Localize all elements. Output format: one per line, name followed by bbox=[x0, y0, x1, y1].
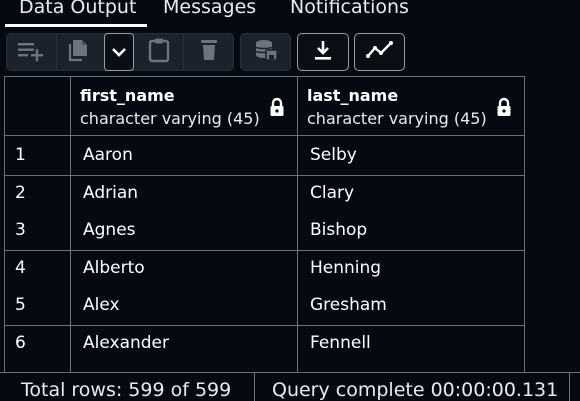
data-grid: first_name character varying (45) last_n… bbox=[4, 76, 525, 372]
paste-icon bbox=[147, 37, 171, 67]
table-row[interactable]: 4 Alberto Henning bbox=[4, 250, 525, 287]
cell-last-name[interactable]: Henning bbox=[310, 258, 381, 278]
cell-last-name[interactable]: Fennell bbox=[310, 333, 371, 353]
cell-first-name[interactable]: Alberto bbox=[83, 258, 145, 278]
copy-options-dropdown[interactable] bbox=[104, 33, 134, 71]
download-icon bbox=[312, 39, 334, 65]
table-row[interactable]: 2 Adrian Clary bbox=[4, 175, 525, 212]
result-tabs: Data Output Messages Notifications bbox=[0, 0, 580, 27]
tab-data-output[interactable]: Data Output bbox=[19, 0, 136, 24]
graph-visualiser-icon bbox=[365, 40, 394, 64]
row-number: 1 bbox=[15, 145, 26, 165]
status-bar: Total rows: 599 of 599 Query complete 00… bbox=[0, 372, 580, 401]
column-name: last_name bbox=[307, 86, 399, 105]
cell-last-name[interactable]: Bishop bbox=[310, 220, 367, 240]
copy-icon bbox=[68, 37, 92, 67]
cell-last-name[interactable]: Selby bbox=[310, 145, 357, 165]
download-button[interactable] bbox=[297, 33, 349, 71]
grid-right-border bbox=[524, 76, 525, 372]
row-number: 6 bbox=[15, 333, 26, 353]
save-data-button[interactable] bbox=[240, 33, 291, 71]
table-row[interactable]: 1 Aaron Selby bbox=[4, 137, 525, 174]
row-number: 5 bbox=[15, 295, 26, 315]
active-tab-indicator bbox=[5, 24, 147, 27]
table-row[interactable]: 5 Alex Gresham bbox=[4, 287, 525, 324]
row-number-header[interactable] bbox=[4, 77, 71, 135]
grid-header: first_name character varying (45) last_n… bbox=[4, 76, 525, 136]
cell-last-name[interactable]: Gresham bbox=[310, 295, 387, 315]
column-type: character varying (45) bbox=[80, 109, 260, 128]
cell-first-name[interactable]: Agnes bbox=[83, 220, 136, 240]
table-row[interactable]: 6 Alexander Fennell bbox=[4, 325, 525, 362]
delete-button[interactable] bbox=[184, 33, 234, 71]
cell-first-name[interactable]: Aaron bbox=[83, 145, 133, 165]
save-data-icon bbox=[253, 37, 279, 67]
query-status: Query complete 00:00:00.131 bbox=[272, 379, 559, 401]
add-row-button[interactable] bbox=[6, 33, 56, 71]
cell-first-name[interactable]: Alex bbox=[83, 295, 120, 315]
cell-last-name[interactable]: Clary bbox=[310, 183, 354, 203]
delete-icon bbox=[198, 37, 220, 67]
row-number: 3 bbox=[15, 220, 26, 240]
data-output-toolbar bbox=[0, 30, 580, 76]
column-header-first-name[interactable]: first_name character varying (45) bbox=[71, 77, 298, 135]
lock-icon bbox=[496, 97, 512, 121]
add-row-icon bbox=[15, 38, 47, 66]
graph-visualiser-button[interactable] bbox=[354, 33, 405, 71]
tab-notifications[interactable]: Notifications bbox=[290, 0, 409, 24]
copy-button[interactable] bbox=[57, 33, 103, 71]
column-header-last-name[interactable]: last_name character varying (45) bbox=[298, 77, 525, 135]
column-name: first_name bbox=[80, 86, 175, 105]
total-rows-status: Total rows: 599 of 599 bbox=[21, 379, 232, 401]
cell-first-name[interactable]: Alexander bbox=[83, 333, 169, 353]
paste-button[interactable] bbox=[136, 33, 182, 71]
chevron-down-icon bbox=[111, 43, 127, 62]
row-number: 2 bbox=[15, 183, 26, 203]
cell-first-name[interactable]: Adrian bbox=[83, 183, 138, 203]
row-number: 4 bbox=[15, 258, 26, 278]
lock-icon bbox=[269, 97, 285, 121]
tab-messages[interactable]: Messages bbox=[163, 0, 256, 24]
table-row[interactable]: 3 Agnes Bishop bbox=[4, 212, 525, 249]
column-type: character varying (45) bbox=[307, 109, 487, 128]
